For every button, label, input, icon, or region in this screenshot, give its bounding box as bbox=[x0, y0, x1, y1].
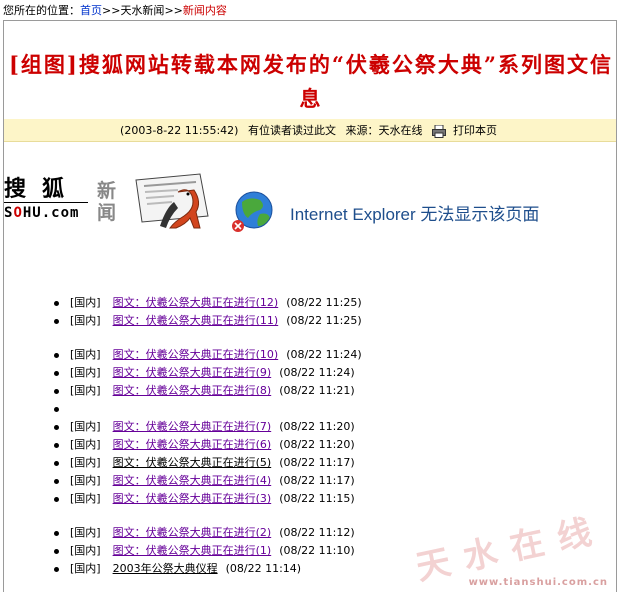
breadcrumb-current: 新闻内容 bbox=[182, 4, 227, 17]
news-link[interactable]: 2003年公祭大典仪程 bbox=[113, 562, 218, 575]
news-category: [国内] bbox=[70, 366, 101, 379]
list-item: [国内] 图文：伏羲公祭大典正在进行(4) (08/22 11:17) bbox=[54, 472, 362, 490]
news-category: [国内] bbox=[70, 420, 101, 433]
list-item: [国内] 图文：伏羲公祭大典正在进行(8) (08/22 11:21) bbox=[54, 382, 362, 400]
news-link[interactable]: 图文：伏羲公祭大典正在进行(5) bbox=[113, 456, 272, 469]
article-readers: 有位读者读过此文 bbox=[247, 124, 336, 137]
printer-icon bbox=[431, 124, 446, 138]
print-button[interactable]: 打印本页 bbox=[431, 124, 500, 138]
news-category: [国内] bbox=[70, 526, 101, 539]
ie-error-message: Internet Explorer 无法显示该页面 bbox=[290, 205, 540, 224]
sohu-fox-icon bbox=[135, 173, 209, 229]
news-category: [国内] bbox=[70, 562, 101, 575]
news-category: [国内] bbox=[70, 456, 101, 469]
news-time: (08/22 11:24) bbox=[286, 348, 362, 361]
list-item: [国内] 图文：伏羲公祭大典正在进行(9) (08/22 11:24) bbox=[54, 364, 362, 382]
list-item: [国内] 图文：伏羲公祭大典正在进行(3) (08/22 11:15) bbox=[54, 490, 362, 508]
breadcrumb-separator: >> bbox=[164, 4, 183, 17]
news-category: [国内] bbox=[70, 296, 101, 309]
news-time: (08/22 11:20) bbox=[279, 420, 355, 433]
list-item: [国内] 图文：伏羲公祭大典正在进行(12) (08/22 11:25) bbox=[54, 294, 362, 312]
news-time: (08/22 11:17) bbox=[279, 456, 355, 469]
sohu-news-label: 新闻 bbox=[97, 180, 117, 224]
sohu-logo-en: SOHU.com bbox=[4, 205, 80, 221]
news-time: (08/22 11:25) bbox=[286, 296, 362, 309]
news-category: [国内] bbox=[70, 438, 101, 451]
sohu-logo[interactable]: 搜狐 SOHU.com bbox=[4, 178, 88, 228]
list-item: [国内] 图文：伏羲公祭大典正在进行(2) (08/22 11:12) bbox=[54, 524, 362, 542]
list-item: [国内] 图文：伏羲公祭大典正在进行(5) (08/22 11:17) bbox=[54, 454, 362, 472]
list-item: [国内] 图文：伏羲公祭大典正在进行(7) (08/22 11:20) bbox=[54, 418, 362, 436]
news-time: (08/22 11:24) bbox=[279, 366, 355, 379]
news-category: [国内] bbox=[70, 474, 101, 487]
news-link[interactable]: 图文：伏羲公祭大典正在进行(12) bbox=[113, 296, 279, 309]
news-link[interactable]: 图文：伏羲公祭大典正在进行(8) bbox=[113, 384, 272, 397]
news-category: [国内] bbox=[70, 492, 101, 505]
watermark-url: www.tianshui.com.cn bbox=[468, 577, 608, 588]
news-time: (08/22 11:20) bbox=[279, 438, 355, 451]
news-link[interactable]: 图文：伏羲公祭大典正在进行(11) bbox=[113, 314, 279, 327]
list-item: [国内] 图文：伏羲公祭大典正在进行(6) (08/22 11:20) bbox=[54, 436, 362, 454]
list-item: [国内] 图文：伏羲公祭大典正在进行(11) (08/22 11:25) bbox=[54, 312, 362, 330]
news-link[interactable]: 图文：伏羲公祭大典正在进行(3) bbox=[113, 492, 272, 505]
news-link[interactable]: 图文：伏羲公祭大典正在进行(6) bbox=[113, 438, 272, 451]
list-item: [国内] 图文：伏羲公祭大典正在进行(10) (08/22 11:24) bbox=[54, 346, 362, 364]
list-item: [国内] 2003年公祭大典仪程 (08/22 11:14) bbox=[54, 560, 362, 578]
ie-error-icon bbox=[232, 191, 273, 232]
article-title: [组图]搜狐网站转载本网发布的“伏羲公祭大典”系列图文信息 bbox=[8, 52, 614, 111]
news-time: (08/22 11:12) bbox=[279, 526, 355, 539]
news-category: [国内] bbox=[70, 544, 101, 557]
news-time: (08/22 11:25) bbox=[286, 314, 362, 327]
news-link[interactable]: 图文：伏羲公祭大典正在进行(10) bbox=[113, 348, 279, 361]
news-link[interactable]: 图文：伏羲公祭大典正在进行(1) bbox=[113, 544, 272, 557]
news-link[interactable]: 图文：伏羲公祭大典正在进行(4) bbox=[113, 474, 272, 487]
news-time: (08/22 11:21) bbox=[279, 384, 355, 397]
news-time: (08/22 11:10) bbox=[279, 544, 355, 557]
breadcrumb-separator: >> bbox=[102, 4, 121, 17]
breadcrumb-section-link[interactable]: 天水新闻 bbox=[120, 4, 164, 17]
article-source: 来源：天水在线 bbox=[345, 124, 423, 137]
news-time: (08/22 11:14) bbox=[225, 562, 302, 575]
print-label: 打印本页 bbox=[452, 124, 497, 137]
related-news-list: [国内] 图文：伏羲公祭大典正在进行(12) (08/22 11:25) [国内] 图… bbox=[54, 294, 362, 578]
breadcrumb-home-link[interactable]: 首页 bbox=[80, 4, 102, 17]
news-time: (08/22 11:17) bbox=[279, 474, 355, 487]
breadcrumb: 您所在的位置：首页>>天水新闻>>新闻内容 bbox=[3, 4, 227, 17]
news-link[interactable]: 图文：伏羲公祭大典正在进行(7) bbox=[113, 420, 272, 433]
news-category: [国内] bbox=[70, 348, 101, 361]
news-category: [国内] bbox=[70, 314, 101, 327]
news-link[interactable]: 图文：伏羲公祭大典正在进行(2) bbox=[113, 526, 272, 539]
list-item: [国内] 图文：伏羲公祭大典正在进行(1) (08/22 11:10) bbox=[54, 542, 362, 560]
list-item-empty bbox=[54, 400, 362, 418]
breadcrumb-prefix: 您所在的位置： bbox=[3, 4, 80, 17]
article-info-bar: (2003-8-22 11:55:42) 有位读者读过此文 来源：天水在线 打印… bbox=[4, 119, 616, 142]
article-date: (2003-8-22 11:55:42) bbox=[120, 124, 239, 137]
news-link[interactable]: 图文：伏羲公祭大典正在进行(9) bbox=[113, 366, 272, 379]
news-category: [国内] bbox=[70, 384, 101, 397]
news-time: (08/22 11:15) bbox=[279, 492, 355, 505]
sohu-logo-cn: 搜狐 bbox=[4, 178, 88, 203]
embedded-frame: 搜狐 SOHU.com 新闻 Internet Explorer 无法显示该页面 bbox=[0, 172, 622, 232]
